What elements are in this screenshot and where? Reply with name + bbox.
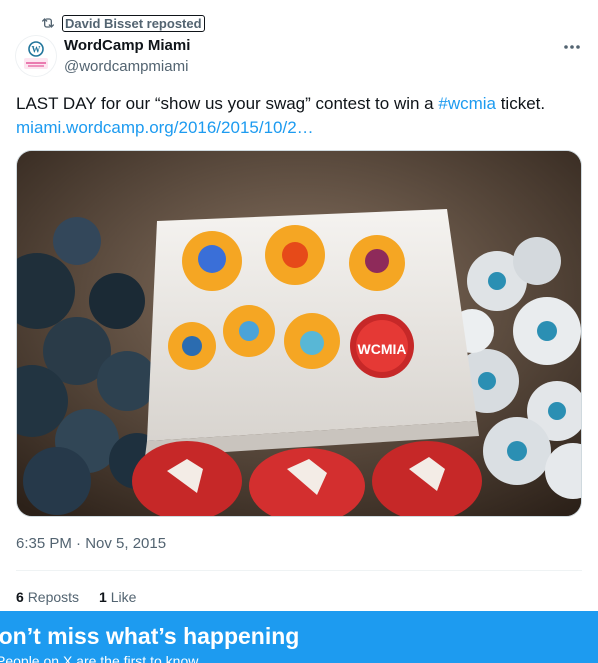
author-name[interactable]: WordCamp Miami <box>64 37 190 54</box>
signup-banner: Don’t miss what’s happening People on X … <box>0 611 598 663</box>
banner-subtitle: People on X are the first to know. <box>0 653 202 663</box>
svg-text:W: W <box>32 45 41 55</box>
tweet-text-before: LAST DAY for our “show us your swag” con… <box>16 94 439 113</box>
author-handle[interactable]: @wordcampmiami <box>64 58 188 75</box>
swag-photo-illustration: WCMIA <box>17 151 581 516</box>
reposter-link[interactable]: David Bisset reposted <box>62 14 205 32</box>
avatar[interactable]: W <box>16 36 56 76</box>
more-options-button[interactable] <box>562 36 582 56</box>
wcmia-sticker-text: WCMIA <box>358 341 407 357</box>
likes-count: 1 <box>99 589 107 605</box>
repost-indicator: David Bisset reposted <box>40 14 205 32</box>
likes-stat[interactable]: 1 Like <box>99 589 136 605</box>
likes-label: Like <box>110 589 137 605</box>
tweet-text: LAST DAY for our “show us your swag” con… <box>16 92 582 140</box>
hashtag-link[interactable]: #wcmia <box>438 94 496 113</box>
divider <box>16 570 582 571</box>
tweet-url-link[interactable]: miami.wordcamp.org/2016/2015/10/2… <box>16 118 314 137</box>
reposts-count: 6 <box>16 589 24 605</box>
engagement-stats: 6 Reposts 1 Like <box>16 589 136 605</box>
more-icon <box>563 37 581 55</box>
tweet-timestamp[interactable]: 6:35 PM · Nov 5, 2015 <box>16 535 166 552</box>
repost-icon <box>40 15 56 31</box>
tweet-text-after: ticket. <box>495 94 546 113</box>
reposts-stat[interactable]: 6 Reposts <box>16 589 79 605</box>
banner-title: Don’t miss what’s happening <box>0 623 300 649</box>
reposts-label: Reposts <box>27 589 80 605</box>
tweet-photo[interactable]: WCMIA <box>16 150 582 517</box>
